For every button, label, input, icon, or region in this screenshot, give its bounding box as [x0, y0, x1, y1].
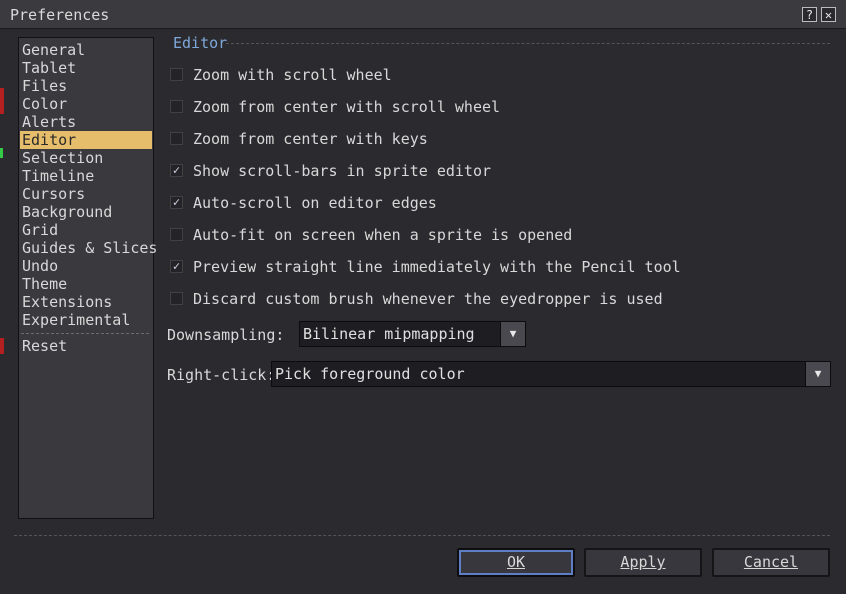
title-bar[interactable]: Preferences ? ✕: [0, 0, 846, 29]
footer-divider: [14, 535, 830, 536]
right-click-label: Right-click:: [167, 366, 276, 384]
checkbox[interactable]: [170, 68, 183, 81]
sidebar-item-tablet[interactable]: Tablet: [20, 59, 152, 77]
cancel-button[interactable]: Cancel: [712, 548, 830, 577]
sidebar-item-cursors[interactable]: Cursors: [20, 185, 152, 203]
sidebar-item-color[interactable]: Color: [20, 95, 152, 113]
sidebar-item-background[interactable]: Background: [20, 203, 152, 221]
sidebar-item-alerts[interactable]: Alerts: [20, 113, 152, 131]
sidebar-item-theme[interactable]: Theme: [20, 275, 152, 293]
downsampling-label: Downsampling:: [167, 326, 285, 344]
sidebar: General Tablet Files Color Alerts Editor…: [18, 37, 157, 519]
option-label: Discard custom brush whenever the eyedro…: [193, 290, 663, 308]
downsampling-value: Bilinear mipmapping: [303, 325, 475, 343]
option-label: Zoom with scroll wheel: [193, 66, 392, 84]
right-click-value: Pick foreground color: [275, 365, 465, 383]
check-icon: ✓: [172, 259, 181, 273]
option-label: Auto-scroll on editor edges: [193, 194, 437, 212]
sidebar-item-extensions[interactable]: Extensions: [20, 293, 152, 311]
sidebar-item-timeline[interactable]: Timeline: [20, 167, 152, 185]
checkbox-checked[interactable]: ✓: [170, 164, 183, 177]
ok-button[interactable]: OK: [457, 548, 575, 577]
option-label: Auto-fit on screen when a sprite is open…: [193, 226, 573, 244]
downsampling-select[interactable]: Bilinear mipmapping ▼: [299, 321, 526, 347]
cancel-button-label: Cancel: [743, 553, 799, 571]
background-edge-red-bottom: [0, 338, 4, 354]
help-button[interactable]: ?: [802, 7, 817, 22]
option-label: Zoom from center with keys: [193, 130, 428, 148]
right-click-select[interactable]: Pick foreground color ▼: [271, 361, 831, 387]
sidebar-item-files[interactable]: Files: [20, 77, 152, 95]
section-divider: [226, 43, 830, 44]
sidebar-item-grid[interactable]: Grid: [20, 221, 152, 239]
sidebar-item-general[interactable]: General: [20, 41, 152, 59]
close-icon: ✕: [824, 8, 833, 22]
help-icon: ?: [805, 8, 814, 22]
sidebar-item-guides-slices[interactable]: Guides & Slices: [20, 239, 157, 257]
option-label: Preview straight line immediately with t…: [193, 258, 681, 276]
window-title: Preferences: [10, 6, 110, 24]
sidebar-item-undo[interactable]: Undo: [20, 257, 152, 275]
sidebar-item-reset[interactable]: Reset: [20, 337, 152, 355]
chevron-down-icon[interactable]: ▼: [805, 362, 830, 386]
option-label: Zoom from center with scroll wheel: [193, 98, 501, 116]
sidebar-item-selection[interactable]: Selection: [20, 149, 152, 167]
check-icon: ✓: [172, 195, 181, 209]
apply-button[interactable]: Apply: [584, 548, 702, 577]
checkbox[interactable]: [170, 100, 183, 113]
checkbox[interactable]: [170, 292, 183, 305]
check-icon: ✓: [172, 163, 181, 177]
chevron-down-icon[interactable]: ▼: [500, 322, 525, 346]
checkbox-checked[interactable]: ✓: [170, 196, 183, 209]
sidebar-item-experimental[interactable]: Experimental: [20, 311, 152, 329]
checkbox[interactable]: [170, 132, 183, 145]
background-edge-green: [0, 148, 3, 158]
checkbox[interactable]: [170, 228, 183, 241]
sidebar-divider: [21, 333, 149, 334]
sidebar-item-editor[interactable]: Editor: [20, 131, 152, 149]
background-edge-red-top: [0, 88, 4, 114]
close-button[interactable]: ✕: [821, 7, 836, 22]
section-title: Editor: [173, 34, 228, 52]
checkbox-checked[interactable]: ✓: [170, 260, 183, 273]
apply-button-label: Apply: [620, 553, 666, 571]
option-label: Show scroll-bars in sprite editor: [193, 162, 492, 180]
ok-button-label: OK: [506, 553, 526, 571]
